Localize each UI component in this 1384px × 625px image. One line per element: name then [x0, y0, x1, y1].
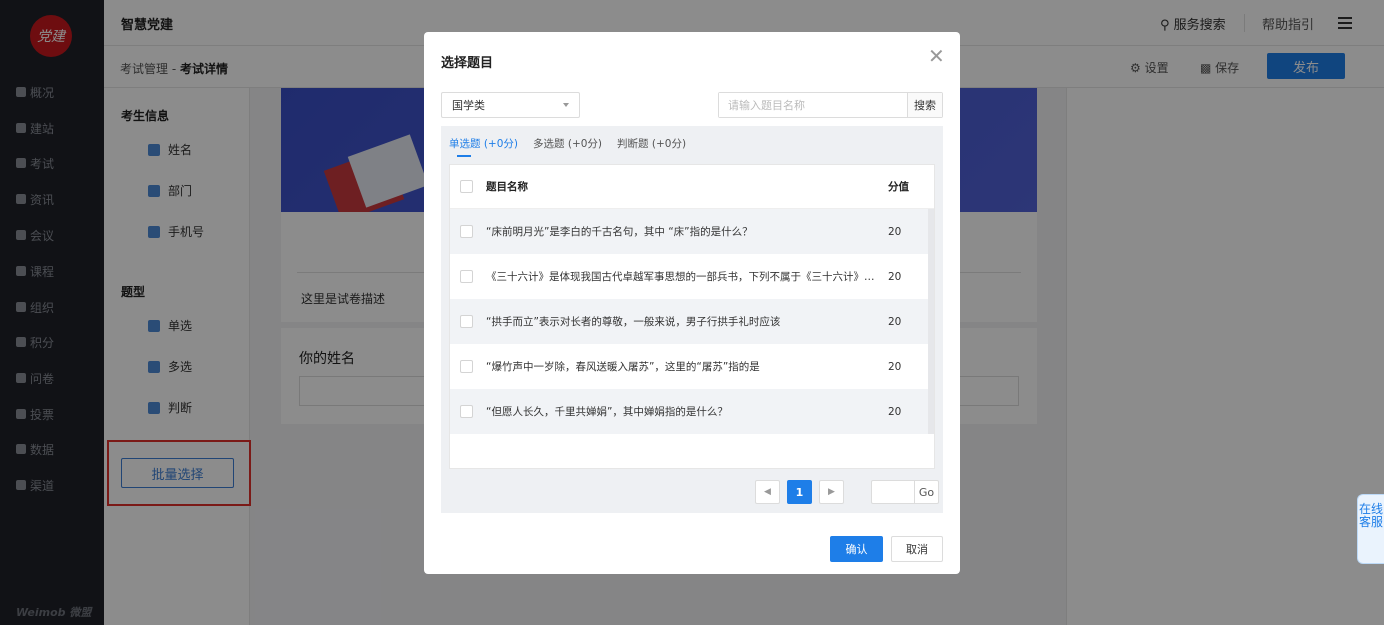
question-score: 20	[888, 270, 902, 283]
question-name: 《三十六计》是体现我国古代卓越军事思想的一部兵书，下列不属于《三十六计》的是	[486, 271, 882, 283]
dialog-title: 选择题目	[441, 56, 494, 71]
search-input[interactable]	[719, 93, 907, 117]
cancel-button[interactable]: 取消	[891, 536, 943, 562]
goto-page-input[interactable]	[872, 481, 914, 503]
question-type-tabs: 单选题 (+0分) 多选题 (+0分) 判断题 (+0分)	[449, 136, 686, 157]
category-select[interactable]: 国学类	[441, 92, 580, 118]
table-row[interactable]: “但愿人长久，千里共婵娟”，其中婵娟指的是什么？ 20	[450, 389, 934, 434]
category-value: 国学类	[452, 99, 485, 112]
table-row[interactable]: “拱手而立”表示对长者的尊敬，一般来说，男子行拱手礼时应该 20	[450, 299, 934, 344]
tab-multiple[interactable]: 多选题 (+0分)	[533, 136, 602, 157]
question-name: “拱手而立”表示对长者的尊敬，一般来说，男子行拱手礼时应该	[486, 316, 781, 328]
next-page-icon[interactable]: ▶	[819, 480, 844, 504]
table-header: 题目名称 分值	[450, 165, 934, 209]
question-name: “爆竹声中一岁除，春风送暖入屠苏”，这里的“屠苏”指的是	[486, 361, 760, 373]
tab-judge[interactable]: 判断题 (+0分)	[617, 136, 686, 157]
col-question-name: 题目名称	[486, 181, 528, 193]
select-all-checkbox[interactable]	[460, 180, 473, 193]
question-list-area: 单选题 (+0分) 多选题 (+0分) 判断题 (+0分) 题目名称 分值 “床…	[441, 126, 943, 513]
confirm-button[interactable]: 确认	[830, 536, 883, 562]
close-icon[interactable]: ✕	[928, 44, 945, 68]
row-checkbox[interactable]	[460, 405, 473, 418]
row-checkbox[interactable]	[460, 225, 473, 238]
goto-page: Go	[871, 480, 939, 504]
question-score: 20	[888, 405, 902, 418]
prev-page-icon[interactable]: ◀	[755, 480, 780, 504]
row-checkbox[interactable]	[460, 360, 473, 373]
question-table: 题目名称 分值 “床前明月光”是李白的千古名句，其中 “床”指的是什么？ 20 …	[449, 164, 935, 469]
col-score: 分值	[888, 181, 909, 193]
goto-button[interactable]: Go	[914, 481, 938, 503]
question-score: 20	[888, 225, 902, 238]
table-row[interactable]: “爆竹声中一岁除，春风送暖入屠苏”，这里的“屠苏”指的是 20	[450, 344, 934, 389]
pagination: ◀ 1 ▶ Go	[755, 480, 939, 504]
question-score: 20	[888, 315, 902, 328]
chevron-down-icon	[563, 103, 569, 107]
table-scrollbar[interactable]	[928, 209, 934, 434]
question-search: 搜索	[718, 92, 943, 118]
table-row[interactable]: 《三十六计》是体现我国古代卓越军事思想的一部兵书，下列不属于《三十六计》的是 2…	[450, 254, 934, 299]
page-number[interactable]: 1	[787, 480, 812, 504]
search-button[interactable]: 搜索	[907, 93, 942, 117]
select-question-dialog: 选择题目 ✕ 国学类 搜索 单选题 (+0分) 多选题 (+0分) 判断题 (+…	[424, 32, 960, 574]
table-row[interactable]: “床前明月光”是李白的千古名句，其中 “床”指的是什么？ 20	[450, 209, 934, 254]
question-name: “床前明月光”是李白的千古名句，其中 “床”指的是什么？	[486, 226, 753, 238]
tab-single[interactable]: 单选题 (+0分)	[449, 136, 518, 157]
row-checkbox[interactable]	[460, 270, 473, 283]
row-checkbox[interactable]	[460, 315, 473, 328]
question-name: “但愿人长久，千里共婵娟”，其中婵娟指的是什么？	[486, 406, 728, 418]
online-support-button[interactable]: 在线客服	[1357, 494, 1384, 564]
question-score: 20	[888, 360, 902, 373]
